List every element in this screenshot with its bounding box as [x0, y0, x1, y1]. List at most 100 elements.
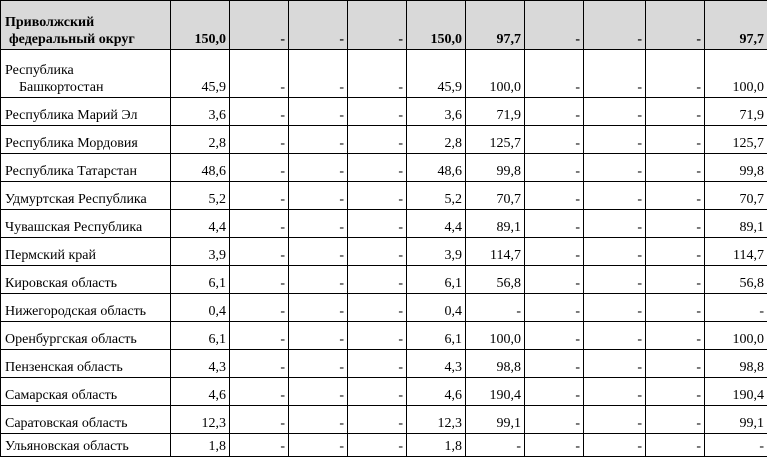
value-cell-col7: -	[525, 182, 584, 210]
table-row: Ульяновская область1,8---1,8-----	[1, 434, 767, 457]
value-cell-col5: 45,9	[407, 50, 466, 98]
value-cell-col5: 4,4	[407, 210, 466, 238]
table-row: Пермский край3,9---3,9114,7---114,7	[1, 238, 767, 266]
value-cell-col5: 6,1	[407, 266, 466, 294]
region-name: Самарская область	[5, 388, 117, 403]
value-cell-col10: 100,0	[705, 50, 767, 98]
region-name: Чувашская Республика	[5, 220, 142, 235]
value-cell-col2: -	[230, 434, 289, 457]
value-cell-col4: -	[348, 434, 407, 457]
value-cell-col3: -	[289, 182, 348, 210]
value-cell-col5: 150,0	[407, 1, 466, 50]
value-cell-col1: 3,6	[171, 98, 230, 126]
value-cell-col10: 99,8	[705, 154, 767, 182]
table-row: Нижегородская область0,4---0,4-----	[1, 294, 767, 322]
value-cell-col3: -	[289, 98, 348, 126]
table-header-row: Приволжскийфедеральный округ150,0---150,…	[1, 1, 767, 50]
value-cell-col5: 6,1	[407, 322, 466, 350]
region-name-cell: Удмуртская Республика	[1, 182, 171, 210]
value-cell-col4: -	[348, 266, 407, 294]
value-cell-col4: -	[348, 322, 407, 350]
value-cell-col3: -	[289, 126, 348, 154]
value-cell-col8: -	[584, 98, 646, 126]
value-cell-col6: 56,8	[466, 266, 525, 294]
value-cell-col10: 70,7	[705, 182, 767, 210]
table-row: Республика Мордовия2,8---2,8125,7---125,…	[1, 126, 767, 154]
value-cell-col6: 190,4	[466, 378, 525, 406]
region-name-line1: Республика	[5, 63, 74, 78]
value-cell-col9: -	[646, 434, 705, 457]
table-row: Республика Марий Эл3,6---3,671,9---71,9	[1, 98, 767, 126]
value-cell-col1: 48,6	[171, 154, 230, 182]
region-name: Нижегородская область	[5, 304, 146, 319]
region-name: Пермский край	[5, 248, 96, 263]
value-cell-col5: 4,3	[407, 350, 466, 378]
value-cell-col1: 3,9	[171, 238, 230, 266]
value-cell-col1: 6,1	[171, 266, 230, 294]
value-cell-col6: -	[466, 434, 525, 457]
value-cell-col8: -	[584, 238, 646, 266]
value-cell-col1: 150,0	[171, 1, 230, 50]
value-cell-col9: -	[646, 154, 705, 182]
value-cell-col5: 3,6	[407, 98, 466, 126]
value-cell-col4: -	[348, 406, 407, 434]
value-cell-col1: 1,8	[171, 434, 230, 457]
value-cell-col2: -	[230, 154, 289, 182]
value-cell-col6: 70,7	[466, 182, 525, 210]
value-cell-col8: -	[584, 322, 646, 350]
value-cell-col7: -	[525, 1, 584, 50]
region-name-cell: Кировская область	[1, 266, 171, 294]
table-row: Самарская область4,6---4,6190,4---190,4	[1, 378, 767, 406]
region-name-cell: Пермский край	[1, 238, 171, 266]
value-cell-col9: -	[646, 210, 705, 238]
value-cell-col8: -	[584, 378, 646, 406]
table-row: Пензенская область4,3---4,398,8---98,8	[1, 350, 767, 378]
value-cell-col2: -	[230, 210, 289, 238]
value-cell-col7: -	[525, 406, 584, 434]
table-row: РеспубликаБашкортостан45,9---45,9100,0--…	[1, 50, 767, 98]
value-cell-col8: -	[584, 1, 646, 50]
value-cell-col1: 45,9	[171, 50, 230, 98]
value-cell-col8: -	[584, 182, 646, 210]
district-name-cell: Приволжскийфедеральный округ	[1, 1, 171, 50]
value-cell-col6: 99,8	[466, 154, 525, 182]
value-cell-col2: -	[230, 1, 289, 50]
value-cell-col2: -	[230, 266, 289, 294]
value-cell-col10: 114,7	[705, 238, 767, 266]
value-cell-col9: -	[646, 378, 705, 406]
regional-data-table: Приволжскийфедеральный округ150,0---150,…	[0, 0, 767, 457]
value-cell-col6: 97,7	[466, 1, 525, 50]
value-cell-col9: -	[646, 266, 705, 294]
value-cell-col4: -	[348, 210, 407, 238]
value-cell-col2: -	[230, 378, 289, 406]
value-cell-col1: 4,3	[171, 350, 230, 378]
table-row: Кировская область6,1---6,156,8---56,8	[1, 266, 767, 294]
value-cell-col7: -	[525, 50, 584, 98]
region-name: Кировская область	[5, 276, 117, 291]
value-cell-col5: 0,4	[407, 294, 466, 322]
value-cell-col1: 12,3	[171, 406, 230, 434]
value-cell-col6: 99,1	[466, 406, 525, 434]
region-name-cell: Республика Татарстан	[1, 154, 171, 182]
value-cell-col3: -	[289, 238, 348, 266]
region-name: Республика Марий Эл	[5, 108, 137, 123]
value-cell-col2: -	[230, 98, 289, 126]
value-cell-col9: -	[646, 294, 705, 322]
region-name-line2: федеральный округ	[5, 32, 135, 47]
value-cell-col2: -	[230, 406, 289, 434]
value-cell-col9: -	[646, 1, 705, 50]
value-cell-col5: 2,8	[407, 126, 466, 154]
value-cell-col8: -	[584, 266, 646, 294]
value-cell-col8: -	[584, 406, 646, 434]
value-cell-col4: -	[348, 294, 407, 322]
value-cell-col1: 4,6	[171, 378, 230, 406]
value-cell-col6: -	[466, 294, 525, 322]
value-cell-col10: 99,1	[705, 406, 767, 434]
region-name-cell: Ульяновская область	[1, 434, 171, 457]
value-cell-col10: 100,0	[705, 322, 767, 350]
table-row: Республика Татарстан48,6---48,699,8---99…	[1, 154, 767, 182]
value-cell-col3: -	[289, 378, 348, 406]
value-cell-col10: 125,7	[705, 126, 767, 154]
value-cell-col10: -	[705, 434, 767, 457]
value-cell-col7: -	[525, 126, 584, 154]
